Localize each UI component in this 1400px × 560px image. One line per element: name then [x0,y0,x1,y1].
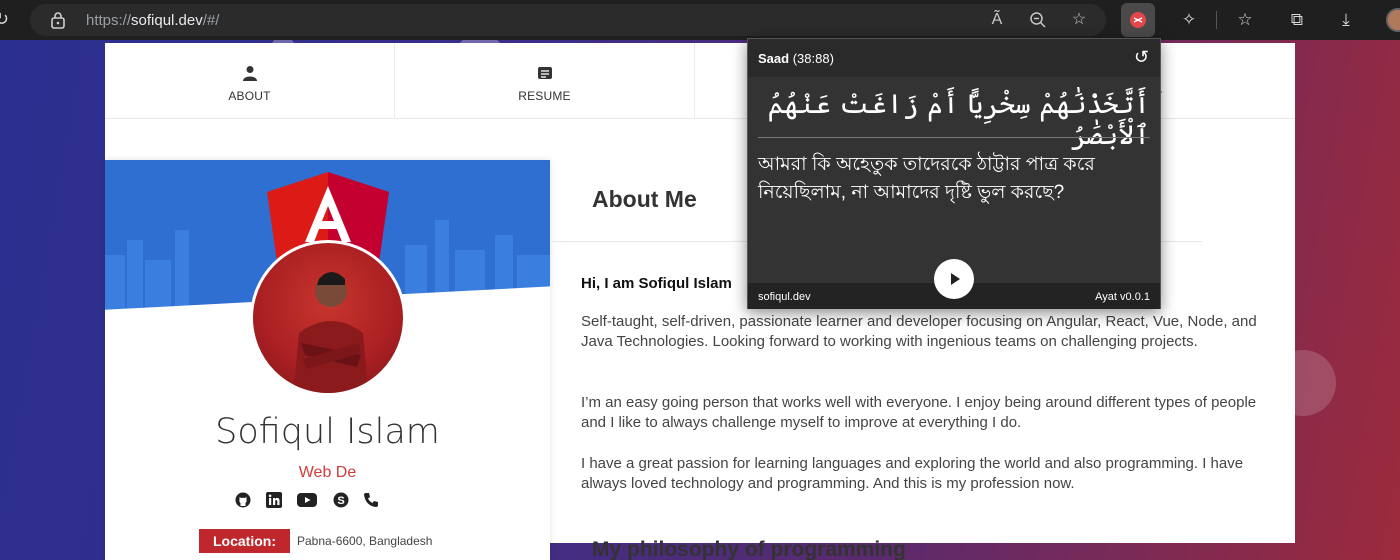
url-path: /#/ [202,12,220,29]
url-host: sofiqul.dev [131,12,203,29]
profile-role: Web De [298,464,357,481]
avatar-portrait [293,272,369,393]
popup-title: Saad (38:88) [758,51,834,66]
ayat-extension-icon [1130,12,1146,28]
about-greeting: Hi, I am Sofiqul Islam [581,275,732,292]
read-aloud-icon[interactable]: A͂ [988,11,1006,29]
section-title-philosophy: My philosophy of programming [592,538,906,560]
about-paragraph: I have a great passion for learning lang… [581,455,1244,492]
collections-icon[interactable]: ⧉ [1287,10,1307,30]
browser-toolbar: ↻ https://sofiqul.dev/#/ A͂ ☆ ✧ ☆ ⧉ ⤓ [0,0,1400,40]
favorites-icon[interactable]: ☆ [1235,10,1255,30]
popup-divider [758,137,1150,138]
zoom-out-icon[interactable] [1029,11,1047,29]
reload-icon[interactable]: ↻ [0,8,16,30]
user-icon [242,66,257,81]
play-audio-button[interactable] [934,259,974,299]
location-label: Location: [199,529,290,553]
arabic-verse: أَتَّخَذْنَٰهُمْ سِخْرِيًّا أَمْ زَاغَتْ… [767,89,1150,151]
address-bar[interactable]: https://sofiqul.dev/#/ A͂ ☆ [30,4,1106,36]
tab-about[interactable]: ABOUT [105,43,395,119]
section-title-about: About Me [592,186,697,212]
add-favorite-icon[interactable]: ☆ [1070,11,1088,29]
location-value: Pabna-6600, Bangladesh [297,534,433,548]
refresh-icon[interactable]: ↺ [1134,48,1152,66]
about-paragraph: Self-taught, self-driven, passionate lea… [581,313,1257,350]
toolbar-divider [1216,11,1217,29]
url-scheme: https:// [86,12,132,29]
svg-text:S: S [337,495,344,507]
profile-card: Sofiqul Islam Web De S Location: Pabna-6… [105,160,550,560]
bangla-translation: আমরা কি অহেতুক তাদেরকে ঠাট্টার পাত্র করে… [758,154,1095,203]
tab-about-label: ABOUT [228,89,271,103]
ayat-extension-popup: Saad (38:88) ↺ أَتَّخَذْنَٰهُمْ سِخْرِيً… [747,38,1161,309]
downloads-icon[interactable]: ⤓ [1336,10,1356,30]
about-paragraph: I’m an easy going person that works well… [581,394,1257,431]
popup-version: Ayat v0.0.1 [1095,291,1150,303]
popup-site-link[interactable]: sofiqul.dev [758,291,811,303]
popup-header: Saad (38:88) ↺ [748,39,1160,77]
linkedin-icon[interactable] [266,492,282,508]
youtube-icon[interactable] [297,492,317,508]
tab-resume-label: RESUME [518,89,571,103]
phone-icon[interactable] [363,492,379,508]
github-icon[interactable] [235,492,251,508]
lock-icon[interactable] [50,11,66,29]
profile-name: Sofiqul Islam [215,412,440,452]
resume-icon [537,67,552,79]
tab-resume[interactable]: RESUME [395,43,695,119]
extensions-icon[interactable]: ✧ [1179,10,1199,30]
profile-avatar[interactable] [1386,8,1400,32]
skype-icon[interactable]: S [333,492,349,508]
ayah-reference: (38:88) [792,51,834,66]
url-text[interactable]: https://sofiqul.dev/#/ [86,12,219,29]
social-links: S [235,492,425,512]
surah-name: Saad [758,51,790,66]
avatar [250,240,406,396]
ayat-extension-button[interactable] [1121,3,1155,37]
